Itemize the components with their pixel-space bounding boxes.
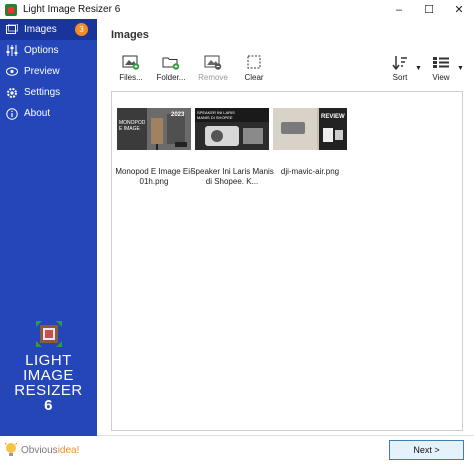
app-logo-icon xyxy=(34,319,64,349)
svg-text:MANIS DI SHOPEE: MANIS DI SHOPEE xyxy=(197,115,233,120)
folder-add-icon xyxy=(162,55,180,70)
sort-button[interactable]: Sort xyxy=(382,55,418,85)
sidebar-item-label: Images xyxy=(24,24,57,35)
remove-image-icon xyxy=(204,55,222,70)
sidebar-item-label: Preview xyxy=(24,66,60,77)
sidebar-item-images[interactable]: Images 3 xyxy=(0,19,97,40)
sidebar-item-about[interactable]: About xyxy=(0,103,97,124)
gear-icon xyxy=(6,87,18,99)
sidebar-item-label: Settings xyxy=(24,87,61,98)
add-image-icon xyxy=(122,55,140,70)
main-panel: Images Files... Folder... Remove Clear S… xyxy=(97,19,474,464)
obviousidea-text: Obviousidea! xyxy=(21,445,79,456)
sidebar-item-options[interactable]: Options xyxy=(0,40,97,61)
sidebar: Images 3 Options Preview Settings About xyxy=(0,19,97,464)
view-list-icon xyxy=(432,55,450,70)
thumbnail-caption: Speaker Ini Laris Manis di Shopee. K... xyxy=(190,167,274,186)
sidebar-item-preview[interactable]: Preview xyxy=(0,61,97,82)
title-bar: Light Image Resizer 6 – ☐ ✕ xyxy=(0,0,474,19)
sidebar-item-label: Options xyxy=(24,45,59,56)
thumbnail-image: REVIEW xyxy=(273,108,347,150)
toolbar-label: Sort xyxy=(392,73,408,82)
thumbnail-caption: Monopod E Image Ei-01h.png xyxy=(115,167,193,186)
toolbar-label: View xyxy=(432,73,450,82)
obviousidea-logo[interactable]: Obviousidea! xyxy=(0,436,97,464)
thumbnail-image: SPEAKER INI LARIS MANIS DI SHOPEE xyxy=(195,108,269,150)
eye-icon xyxy=(6,66,18,78)
next-button[interactable]: Next > xyxy=(389,440,464,460)
brand-line-3: RESIZER xyxy=(14,382,83,399)
thumbnail-overlay-text: REVIEW xyxy=(321,114,345,120)
sort-dropdown-arrow-icon[interactable]: ▼ xyxy=(415,65,422,72)
toolbar-label: Remove xyxy=(198,73,228,82)
footer-divider xyxy=(97,435,474,436)
brand-line-1: LIGHT xyxy=(25,352,72,369)
brand-suffix: idea! xyxy=(57,444,80,456)
thumbnail-overlay-text: 2023 xyxy=(171,112,185,118)
toolbar-label: Files... xyxy=(119,73,143,82)
svg-text:E IMAGE: E IMAGE xyxy=(119,126,141,132)
maximize-button[interactable]: ☐ xyxy=(414,0,444,19)
window-controls: – ☐ ✕ xyxy=(384,0,474,19)
sidebar-item-settings[interactable]: Settings xyxy=(0,82,97,103)
view-dropdown-arrow-icon[interactable]: ▼ xyxy=(457,65,464,72)
image-thumbnail[interactable]: MONOPOD E IMAGE 2023 Monopod E Image Ei-… xyxy=(115,108,193,187)
page-title: Images xyxy=(111,29,149,41)
brand-block: LIGHT IMAGE RESIZER 6 xyxy=(0,319,97,413)
brand-line-2: IMAGE xyxy=(23,367,74,384)
info-icon xyxy=(6,107,18,120)
image-thumbnail[interactable]: REVIEW dji-mavic-air.png xyxy=(273,108,347,177)
remove-button[interactable]: Remove xyxy=(195,55,231,85)
add-files-button[interactable]: Files... xyxy=(113,55,149,85)
sort-icon xyxy=(391,55,409,71)
image-thumbnail[interactable]: SPEAKER INI LARIS MANIS DI SHOPEE Speake… xyxy=(190,108,274,187)
brand-prefix: Obvious xyxy=(21,444,58,456)
brand-line-4: 6 xyxy=(44,397,53,414)
images-count-badge: 3 xyxy=(75,23,88,36)
add-folder-button[interactable]: Folder... xyxy=(153,55,189,85)
toolbar-label: Folder... xyxy=(156,73,186,82)
images-icon xyxy=(6,24,18,36)
thumbnail-caption: dji-mavic-air.png xyxy=(280,167,340,176)
window-title: Light Image Resizer 6 xyxy=(23,4,121,15)
clear-button[interactable]: Clear xyxy=(236,55,272,85)
view-button[interactable]: View xyxy=(423,55,459,85)
app-icon xyxy=(5,3,17,16)
close-button[interactable]: ✕ xyxy=(444,0,474,19)
image-list[interactable]: MONOPOD E IMAGE 2023 Monopod E Image Ei-… xyxy=(111,91,463,431)
sliders-icon xyxy=(6,45,18,57)
clear-selection-icon xyxy=(245,55,263,70)
minimize-button[interactable]: – xyxy=(384,0,414,19)
toolbar-label: Clear xyxy=(244,73,264,82)
sidebar-item-label: About xyxy=(24,108,51,119)
thumbnail-image: MONOPOD E IMAGE 2023 xyxy=(117,108,191,150)
lightbulb-icon xyxy=(4,442,18,458)
